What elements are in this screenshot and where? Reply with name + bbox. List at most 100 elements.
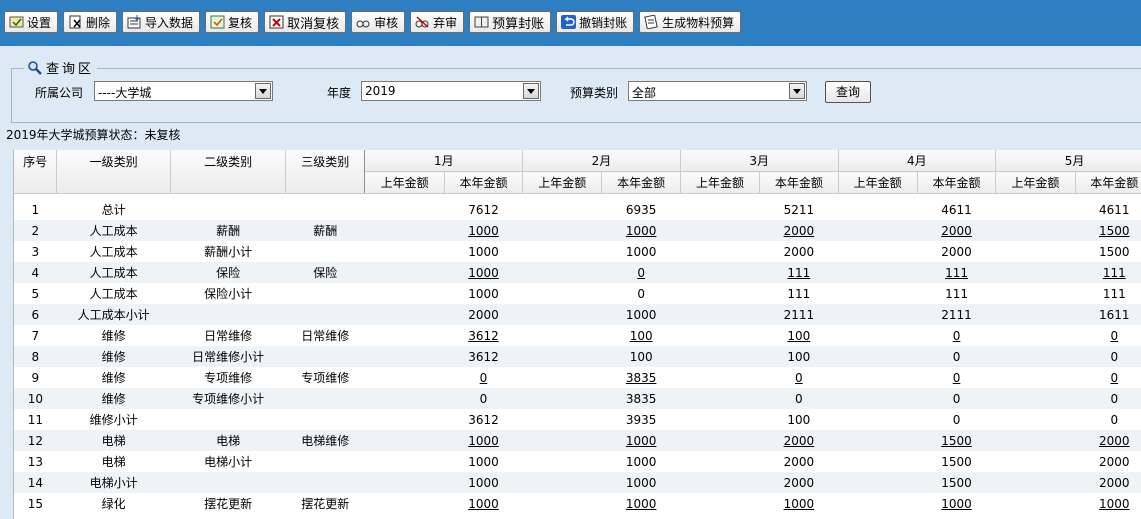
- current-amount-value[interactable]: 1000: [468, 434, 499, 448]
- review-label: 复核: [228, 15, 253, 30]
- current-amount-cell[interactable]: 111: [917, 262, 996, 283]
- generate-material-budget-button[interactable]: 生成物料预算: [639, 11, 742, 33]
- current-amount-cell[interactable]: 1500: [1075, 220, 1141, 241]
- current-amount-value[interactable]: 111: [787, 266, 810, 280]
- budget-type-select-value: 全部: [632, 86, 657, 100]
- chevron-down-icon[interactable]: [789, 83, 805, 99]
- current-amount-cell: 1000: [444, 451, 522, 472]
- current-amount-cell[interactable]: 0: [601, 262, 681, 283]
- import-data-button[interactable]: 导入数据: [122, 11, 201, 33]
- current-amount-value[interactable]: 2000: [784, 224, 815, 238]
- current-amount-value[interactable]: 1000: [626, 224, 657, 238]
- current-amount-cell[interactable]: 2000: [759, 430, 839, 451]
- current-amount-cell[interactable]: 0: [444, 367, 522, 388]
- current-amount-value[interactable]: 0: [953, 371, 961, 385]
- chevron-down-icon[interactable]: [255, 83, 271, 99]
- prev-amount-cell: [364, 472, 445, 493]
- current-amount-value[interactable]: 1000: [626, 434, 657, 448]
- delete-button[interactable]: 删除: [63, 11, 118, 33]
- current-amount-cell[interactable]: 1000: [760, 493, 838, 514]
- current-amount-cell[interactable]: 1000: [602, 493, 680, 514]
- current-amount-cell[interactable]: 0: [760, 367, 838, 388]
- current-amount-value[interactable]: 0: [637, 266, 645, 280]
- current-amount-value[interactable]: 1000: [468, 497, 499, 511]
- cancel-review-button[interactable]: 取消复核: [264, 11, 347, 33]
- unaudit-label: 弃审: [433, 15, 458, 30]
- current-amount-cell[interactable]: 0: [917, 367, 995, 388]
- current-amount-cell[interactable]: 100: [602, 325, 680, 346]
- current-amount-value[interactable]: 2000: [1099, 434, 1130, 448]
- current-amount-cell[interactable]: 3835: [602, 367, 680, 388]
- unaudit-button[interactable]: 弃审: [410, 11, 465, 33]
- current-amount-cell[interactable]: 1000: [601, 220, 681, 241]
- prev-amount-cell: [995, 346, 1076, 367]
- current-amount-value[interactable]: 1000: [1099, 497, 1130, 511]
- current-amount-cell[interactable]: 2000: [917, 220, 996, 241]
- current-amount-value[interactable]: 2000: [784, 434, 815, 448]
- header-curr-amount: 本年金额: [601, 171, 681, 194]
- current-amount-value[interactable]: 3835: [626, 371, 657, 385]
- search-button[interactable]: 查询: [825, 81, 871, 103]
- current-amount-value[interactable]: 2000: [941, 224, 972, 238]
- audit-button[interactable]: 审核: [351, 11, 406, 33]
- current-amount-value: 7612: [468, 202, 499, 217]
- company-select[interactable]: ----大学城: [94, 81, 273, 101]
- prev-amount-cell: [838, 199, 917, 220]
- row-level2-cell: [171, 409, 286, 430]
- current-amount-value: 0: [952, 391, 961, 406]
- current-amount-value[interactable]: 3612: [468, 329, 499, 343]
- current-amount-value[interactable]: 1000: [784, 497, 815, 511]
- current-amount-value[interactable]: 111: [1103, 266, 1126, 280]
- current-amount-cell[interactable]: 2000: [759, 220, 839, 241]
- current-amount-cell[interactable]: 1000: [444, 220, 523, 241]
- current-amount-value[interactable]: 0: [1110, 329, 1118, 343]
- current-amount-cell[interactable]: 100: [760, 325, 838, 346]
- current-amount-value[interactable]: 1500: [941, 434, 972, 448]
- budget-type-select[interactable]: 全部: [628, 81, 807, 101]
- current-amount-cell[interactable]: 1500: [917, 430, 996, 451]
- current-amount-cell[interactable]: 1000: [444, 262, 523, 283]
- budget-table-body: 1 总计 7612 6935 5211 4611 4611 2 人工成本 薪酬 薪酬 1000 1000…: [14, 194, 1141, 515]
- current-amount-value[interactable]: 1500: [1099, 224, 1130, 238]
- current-amount-value[interactable]: 0: [795, 371, 803, 385]
- row-seq-cell: 1: [31, 202, 40, 217]
- row-level1-cell: 电梯小计: [56, 472, 171, 493]
- current-amount-cell[interactable]: 111: [759, 262, 839, 283]
- current-amount-value[interactable]: 1000: [941, 497, 972, 511]
- year-select[interactable]: 2019: [361, 81, 541, 101]
- current-amount-value: 1000: [625, 454, 657, 469]
- current-amount-value[interactable]: 0: [953, 329, 961, 343]
- current-amount-cell[interactable]: 1000: [444, 493, 522, 514]
- current-amount-cell[interactable]: 0: [917, 325, 995, 346]
- current-amount-value[interactable]: 100: [630, 329, 653, 343]
- current-amount-cell[interactable]: 0: [1075, 367, 1141, 388]
- current-amount-cell[interactable]: 0: [1075, 325, 1141, 346]
- current-amount-value[interactable]: 0: [480, 371, 488, 385]
- current-amount-value[interactable]: 1000: [468, 224, 499, 238]
- settings-button[interactable]: 设置: [4, 11, 59, 33]
- current-amount-value[interactable]: 0: [1110, 371, 1118, 385]
- current-amount-cell[interactable]: 111: [1075, 262, 1141, 283]
- row-level2-cell: 薪酬小计: [204, 245, 253, 259]
- review-button[interactable]: 复核: [205, 11, 260, 33]
- prev-amount-cell: [995, 262, 1076, 283]
- current-amount-cell[interactable]: 1000: [444, 430, 523, 451]
- current-amount-value[interactable]: 111: [945, 266, 968, 280]
- prev-amount-cell: [995, 220, 1076, 241]
- undo-lock-button[interactable]: 撤销封账: [556, 11, 635, 33]
- current-amount-value[interactable]: 100: [787, 329, 810, 343]
- current-amount-cell[interactable]: 2000: [1075, 430, 1141, 451]
- prev-amount-cell: [996, 409, 1075, 430]
- chevron-down-icon[interactable]: [523, 83, 539, 99]
- prev-amount-cell: [680, 388, 760, 409]
- lock-ledger-button[interactable]: 预算封账: [469, 11, 552, 33]
- current-amount-value: 111: [945, 286, 968, 301]
- current-amount-value[interactable]: 1000: [468, 266, 499, 280]
- row-seq-cell: 14: [14, 472, 57, 493]
- current-amount-cell[interactable]: 1000: [1075, 493, 1141, 514]
- row-seq-cell: 3: [31, 244, 40, 259]
- current-amount-cell[interactable]: 3612: [444, 325, 522, 346]
- current-amount-cell[interactable]: 1000: [601, 430, 681, 451]
- current-amount-cell[interactable]: 1000: [917, 493, 995, 514]
- current-amount-value[interactable]: 1000: [626, 497, 657, 511]
